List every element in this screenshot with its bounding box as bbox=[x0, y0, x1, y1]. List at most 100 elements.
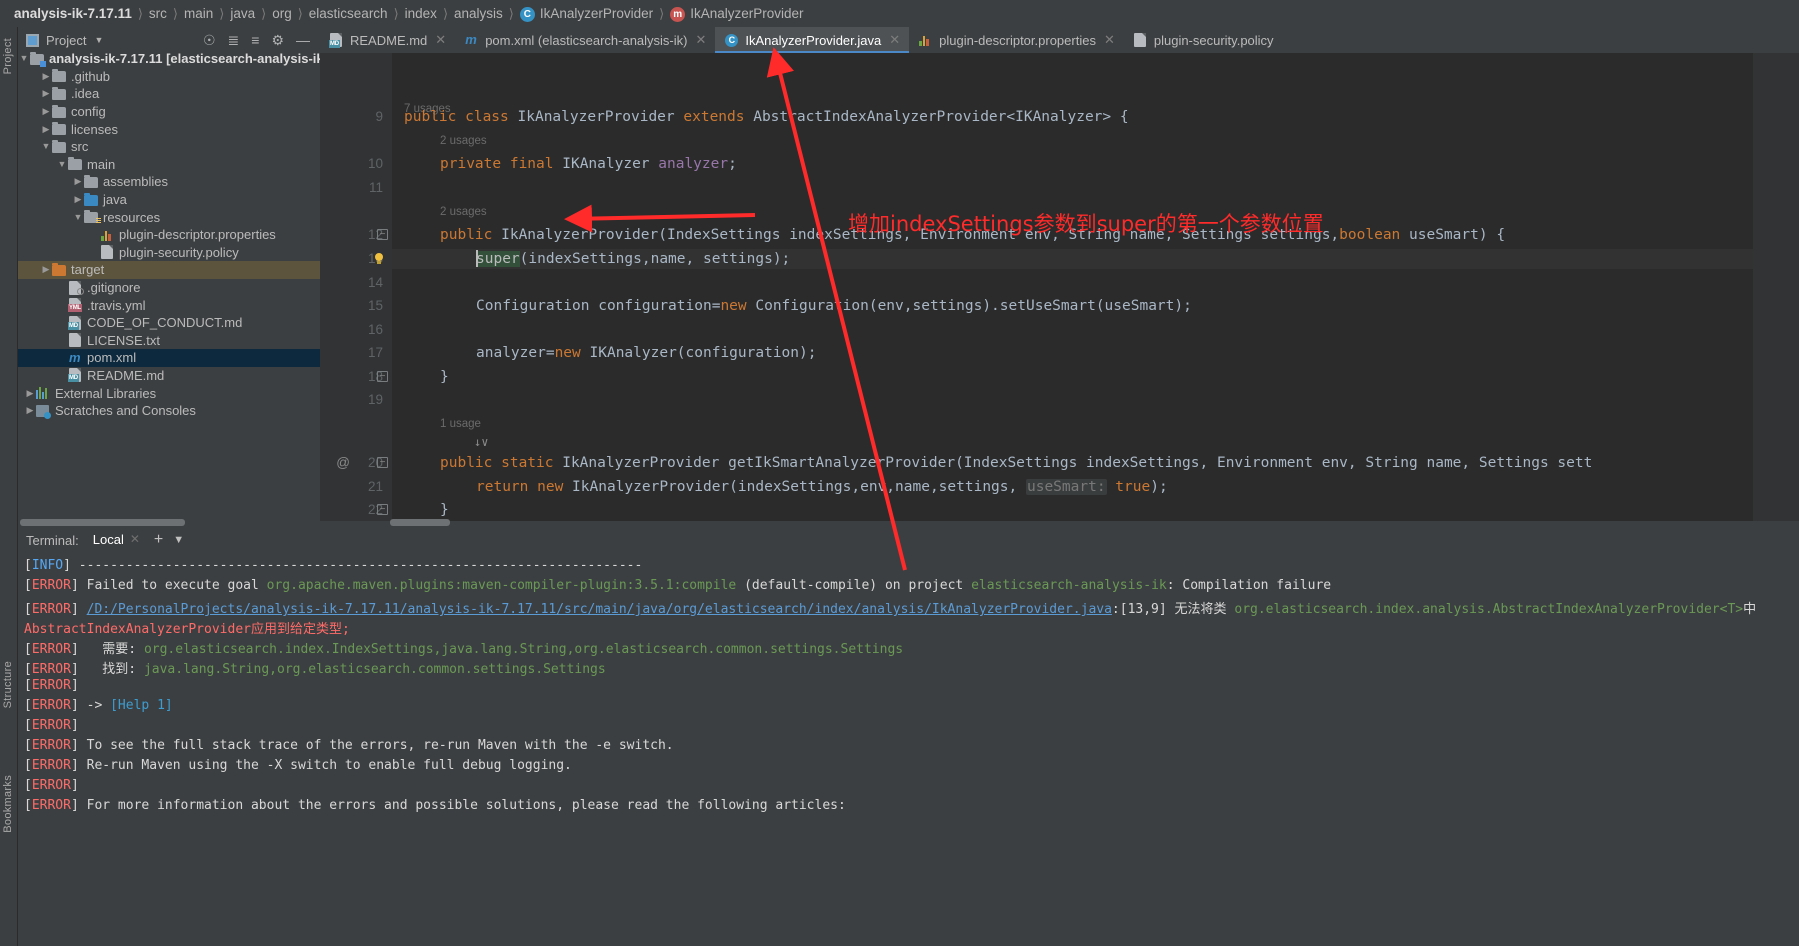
hide-icon[interactable]: — bbox=[296, 33, 310, 47]
chevron-down-icon[interactable]: ▼ bbox=[173, 534, 184, 546]
breadcrumb-item-java[interactable]: java bbox=[230, 6, 255, 21]
editor-tab[interactable]: m pom.xml (elasticsearch-analysis-ik) ✕ bbox=[455, 27, 715, 53]
editor-gutter[interactable]: 9101112−131415161718−1920@−2122−23 bbox=[320, 53, 392, 521]
chevron-right-icon[interactable]: ▶ bbox=[40, 71, 52, 81]
tree-row[interactable]: ▶ assemblies bbox=[18, 173, 320, 191]
editor-tab-bar[interactable]: MD README.md ✕ m pom.xml (elasticsearch-anal… bbox=[320, 27, 1799, 53]
tree-row[interactable]: ▶ .idea bbox=[18, 85, 320, 103]
terminal-tag: ERROR bbox=[31, 778, 71, 793]
chevron-right-icon[interactable]: ▶ bbox=[72, 177, 84, 186]
editor-tab[interactable]: plugin-descriptor.properties ✕ bbox=[909, 27, 1124, 53]
terminal-file-link[interactable]: /D:/PersonalProjects/analysis-ik-7.17.11… bbox=[87, 602, 1112, 617]
usage-count-label: 1 usage bbox=[440, 418, 481, 430]
breadcrumb-item-index[interactable]: index bbox=[405, 6, 437, 21]
tree-row[interactable]: ▶ Scratches and Consoles bbox=[18, 402, 320, 420]
code-fold-toggle[interactable]: − bbox=[377, 371, 388, 382]
editor-hscrollbar[interactable] bbox=[390, 518, 1430, 527]
tree-row[interactable]: ▶MD README.md bbox=[18, 367, 320, 385]
tree-row[interactable]: ▼ src bbox=[18, 138, 320, 156]
terminal-bracket: ] bbox=[70, 662, 79, 677]
tool-window-button-project[interactable]: Project bbox=[0, 35, 17, 77]
tool-window-button-bookmarks[interactable]: Bookmarks bbox=[0, 772, 17, 836]
folder-icon bbox=[52, 69, 67, 83]
chevron-right-icon[interactable]: ▶ bbox=[56, 371, 68, 380]
close-icon[interactable]: ✕ bbox=[695, 32, 706, 48]
breadcrumb-item-class[interactable]: IkAnalyzerProvider bbox=[540, 6, 653, 21]
code-editor[interactable]: 9101112−131415161718−1920@−2122−23 7 usa… bbox=[320, 53, 1799, 521]
locate-icon[interactable]: ☉ bbox=[203, 33, 216, 47]
tree-row[interactable]: ▼ analysis-ik-7.17.11 [elasticsearch-anal… bbox=[18, 50, 320, 68]
chevron-right-icon[interactable]: ▶ bbox=[56, 336, 68, 345]
chevron-right-icon[interactable]: ▶ bbox=[72, 195, 84, 204]
chevron-right-icon[interactable]: ▶ bbox=[56, 318, 68, 327]
tree-row[interactable]: ▶MD CODE_OF_CONDUCT.md bbox=[18, 314, 320, 332]
chevron-right-icon[interactable]: ▶ bbox=[56, 353, 68, 362]
tree-row[interactable]: ▶m pom.xml bbox=[18, 349, 320, 367]
chevron-right-icon[interactable]: ▶ bbox=[24, 406, 36, 415]
editor-tab[interactable]: C IkAnalyzerProvider.java ✕ bbox=[715, 27, 910, 53]
add-terminal-button[interactable]: + bbox=[154, 532, 163, 548]
project-tree[interactable]: ▼ analysis-ik-7.17.11 [elasticsearch-anal… bbox=[18, 50, 320, 528]
close-icon[interactable]: ✕ bbox=[435, 32, 446, 48]
terminal-text: For more information about the errors an… bbox=[78, 798, 846, 813]
breadcrumb-item-method[interactable]: IkAnalyzerProvider bbox=[690, 6, 803, 21]
tree-row[interactable]: ▼ main bbox=[18, 156, 320, 174]
chevron-right-icon[interactable]: ▶ bbox=[40, 124, 52, 134]
chevron-down-icon[interactable]: ▼ bbox=[56, 159, 68, 169]
breadcrumb-root[interactable]: analysis-ik-7.17.11 bbox=[14, 6, 132, 21]
breadcrumb-item-org[interactable]: org bbox=[272, 6, 292, 21]
code-fold-toggle[interactable]: − bbox=[377, 229, 388, 240]
collapse-all-icon[interactable]: ≡ bbox=[251, 33, 259, 47]
editor-tab[interactable]: plugin-security.policy bbox=[1124, 27, 1283, 53]
close-icon[interactable]: ✕ bbox=[889, 32, 900, 48]
chevron-right-icon[interactable]: ▶ bbox=[40, 89, 52, 98]
tree-row[interactable]: ▶ plugin-descriptor.properties bbox=[18, 226, 320, 244]
breadcrumb-item-elasticsearch[interactable]: elasticsearch bbox=[309, 6, 388, 21]
chevron-right-icon[interactable]: ▶ bbox=[56, 283, 68, 292]
code-fold-toggle[interactable]: − bbox=[377, 504, 388, 515]
tree-row[interactable]: ▶ config bbox=[18, 103, 320, 121]
tree-row[interactable]: ▶ plugin-security.policy bbox=[18, 244, 320, 262]
terminal-tab-local[interactable]: Local ✕ bbox=[88, 530, 145, 555]
tree-row[interactable]: ▶ External Libraries bbox=[18, 384, 320, 402]
tree-row[interactable]: ▶ LICENSE.txt bbox=[18, 332, 320, 350]
chevron-down-icon[interactable]: ▼ bbox=[40, 142, 52, 151]
chevron-right-icon[interactable]: ▶ bbox=[56, 301, 68, 310]
chevron-right-icon[interactable]: ▶ bbox=[40, 107, 52, 116]
editor-code-area[interactable]: 7 usages public class IkAnalyzerProvider … bbox=[392, 53, 1799, 521]
chevron-down-icon[interactable]: ▼ bbox=[18, 54, 30, 63]
chevron-down-icon[interactable]: ▼ bbox=[72, 212, 84, 222]
expand-all-icon[interactable]: ≣ bbox=[228, 33, 240, 47]
chevron-right-icon[interactable]: ▶ bbox=[24, 388, 36, 398]
scrollbar-thumb[interactable] bbox=[390, 519, 450, 526]
chevron-right-icon[interactable]: ▶ bbox=[88, 230, 100, 239]
tree-row[interactable]: ▶YML .travis.yml bbox=[18, 296, 320, 314]
intention-bulb-icon[interactable] bbox=[372, 253, 385, 266]
tree-row[interactable]: ▶ .github bbox=[18, 68, 320, 86]
breadcrumb-item-analysis[interactable]: analysis bbox=[454, 6, 503, 21]
project-tree-hscrollbar[interactable] bbox=[20, 518, 320, 527]
terminal-text: Re-run Maven using the bbox=[78, 758, 267, 773]
chevron-right-icon[interactable]: ▶ bbox=[40, 265, 52, 274]
breadcrumb-item-src[interactable]: src bbox=[149, 6, 167, 21]
terminal-bracket: [ bbox=[24, 698, 32, 713]
tree-row[interactable]: ▶ java bbox=[18, 191, 320, 209]
chevron-right-icon[interactable]: ▶ bbox=[88, 248, 100, 257]
chevron-down-icon[interactable]: ▼ bbox=[94, 35, 103, 45]
project-panel-title[interactable]: Project bbox=[46, 33, 86, 48]
tree-row[interactable]: ▶ .gitignore bbox=[18, 279, 320, 297]
tree-row[interactable]: ▼ resources bbox=[18, 208, 320, 226]
code-token: useSmart) { bbox=[1409, 227, 1506, 243]
tool-window-button-structure[interactable]: Structure bbox=[0, 658, 17, 711]
terminal-output[interactable]: [INFO] ---------------------------------… bbox=[18, 552, 1799, 946]
editor-tab[interactable]: MD README.md ✕ bbox=[320, 27, 455, 53]
gear-icon[interactable]: ⚙ bbox=[271, 33, 284, 47]
breadcrumb-item-main[interactable]: main bbox=[184, 6, 213, 21]
tree-row[interactable]: ▶ target bbox=[18, 261, 320, 279]
terminal-tag: INFO bbox=[31, 558, 64, 573]
close-icon[interactable]: ✕ bbox=[130, 532, 140, 546]
scrollbar-thumb[interactable] bbox=[20, 519, 185, 526]
close-icon[interactable]: ✕ bbox=[1104, 32, 1115, 48]
code-fold-toggle[interactable]: − bbox=[377, 457, 388, 468]
tree-row[interactable]: ▶ licenses bbox=[18, 120, 320, 138]
